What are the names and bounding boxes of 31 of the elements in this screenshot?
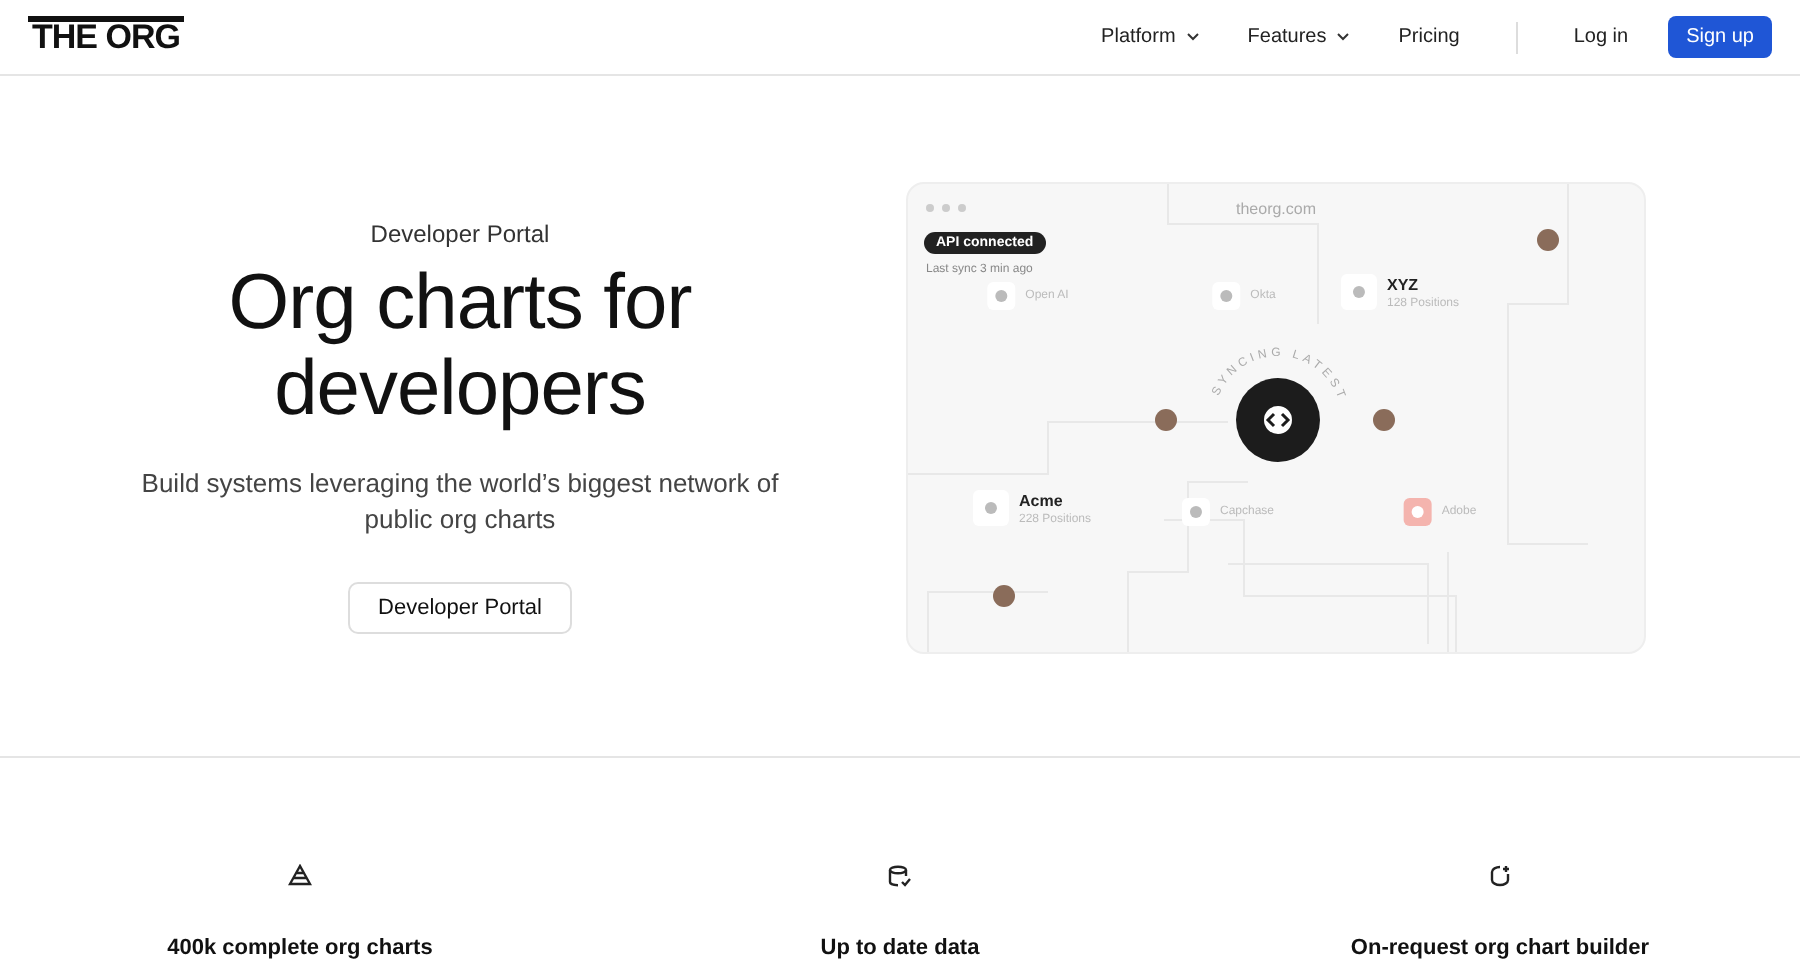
feature-icon (888, 864, 912, 888)
company-name: Acme (1018, 491, 1065, 509)
company-logo-icon (987, 282, 1016, 310)
window-dots-icon (926, 204, 966, 212)
signup-button[interactable]: Sign up (1668, 16, 1772, 58)
developer-portal-button[interactable]: Developer Portal (348, 582, 572, 634)
eyebrow-text: Developer Portal (370, 220, 550, 248)
avatar (1537, 229, 1559, 251)
nav-link[interactable]: Features (1247, 26, 1351, 48)
nav-link[interactable]: Pricing (1398, 26, 1460, 48)
avatar (1373, 409, 1395, 431)
nav-link[interactable]: Platform (1101, 26, 1200, 48)
company-logo-icon (1212, 282, 1241, 310)
hero-title: Org charts for developers (226, 260, 694, 432)
hero-subtitle: Build systems leveraging the world’s biggest network of public org charts (140, 466, 780, 538)
feature-icon (1488, 864, 1512, 888)
chevron-icon (1336, 32, 1351, 42)
company-name: XYZ (1386, 275, 1421, 293)
company-logo-icon (1340, 274, 1377, 310)
feature-title: On-request org chart builder (1350, 936, 1650, 960)
chevron-icon (1185, 32, 1200, 42)
url-text: theorg.com (1236, 200, 1317, 218)
avatar (1155, 409, 1177, 431)
company-logo-icon (972, 490, 1009, 526)
login-link[interactable]: Log in (1573, 26, 1629, 48)
feature-title: Up to date data (820, 936, 980, 960)
logo[interactable]: THE ORG (28, 16, 184, 54)
feature-title: 400k complete org charts (167, 936, 433, 960)
company-logo-icon (1181, 498, 1210, 526)
feature-icon (288, 864, 312, 888)
avatar (993, 585, 1015, 607)
